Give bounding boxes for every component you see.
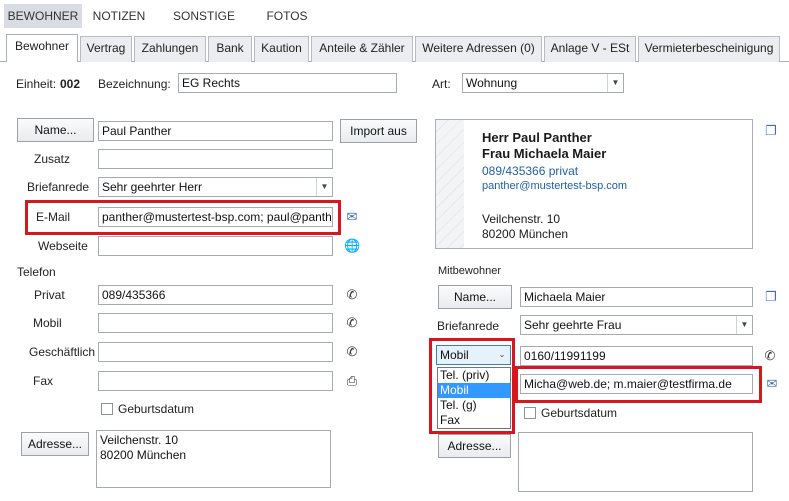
adresse-line-1: Veilchenstr. 10 — [100, 433, 179, 447]
co-name-button[interactable]: Name... — [438, 285, 512, 309]
geschaeftlich-label: Geschäftlich — [29, 345, 96, 359]
adresse-button[interactable]: Adresse... — [21, 432, 89, 456]
co-phone-type-dropdown: Tel. (priv) Mobil Tel. (g) Fax — [437, 367, 511, 429]
import-button[interactable]: Import aus — [340, 119, 417, 143]
adresse-textarea[interactable]: Veilchenstr. 10 80200 München — [96, 430, 331, 488]
art-select-value: Wohnung — [466, 76, 518, 90]
briefanrede-select-value: Sehr geehrter Herr — [102, 180, 203, 194]
nav-bewohner[interactable]: BEWOHNER — [4, 4, 82, 28]
tab-bank[interactable]: Bank — [208, 36, 252, 62]
phone-icon[interactable]: ✆ — [344, 315, 360, 331]
fax-label: Fax — [33, 374, 54, 388]
copy-icon[interactable]: ❐ — [763, 123, 779, 139]
mitbewohner-header: Mitbewohner — [438, 265, 501, 277]
telefon-header: Telefon — [17, 265, 56, 279]
card-email: panther@mustertest-bsp.com — [482, 180, 628, 192]
bewohner-panel: Einheit: 002 Bezeichnung: EG Rechts Art:… — [0, 62, 789, 501]
phone-icon[interactable]: ✆ — [344, 344, 360, 360]
tab-vermieterbescheinigung[interactable]: Vermieterbescheinigung — [638, 36, 780, 62]
co-phone-type-select[interactable]: Mobil ⌄ — [436, 345, 511, 365]
tab-anteile-zaehler[interactable]: Anteile & Zähler — [311, 36, 413, 62]
zusatz-label: Zusatz — [34, 152, 71, 166]
mobil-label: Mobil — [33, 316, 62, 330]
co-adresse-textarea[interactable] — [518, 432, 753, 492]
chevron-down-icon: ▼ — [316, 178, 332, 196]
co-name-input[interactable]: Michaela Maier — [520, 287, 753, 307]
nav-fotos[interactable]: FOTOS — [262, 4, 312, 28]
briefanrede-select[interactable]: Sehr geehrter Herr ▼ — [98, 177, 333, 197]
chevron-down-icon: ▼ — [736, 316, 752, 334]
nav-sonstige-daten[interactable]: SONSTIGE DATEN — [154, 4, 254, 47]
tab-bar: Bewohner Vertrag Zahlungen Bank Kaution … — [0, 30, 789, 63]
printer-icon[interactable]: ⎙ — [344, 373, 360, 389]
card-city: 80200 München — [482, 227, 569, 241]
co-geburtsdatum-checkbox[interactable] — [524, 407, 536, 419]
co-phone-type-value: Mobil — [440, 348, 469, 362]
art-label: Art: — [432, 77, 451, 91]
address-card: Herr Paul Panther Frau Michaela Maier 08… — [435, 119, 753, 249]
bezeichnung-input[interactable]: EG Rechts — [178, 73, 397, 93]
bezeichnung-label: Bezeichnung: — [98, 77, 171, 91]
nav-notizen[interactable]: NOTIZEN — [86, 4, 152, 28]
compose-email-icon[interactable]: ✉ — [344, 209, 360, 225]
co-phone-input[interactable]: 0160/11991199 — [520, 346, 753, 366]
co-briefanrede-select[interactable]: Sehr geehrte Frau ▼ — [520, 315, 753, 335]
phone-type-option[interactable]: Fax — [438, 413, 510, 428]
zusatz-input[interactable] — [98, 149, 333, 169]
co-briefanrede-label: Briefanrede — [437, 319, 500, 333]
card-street: Veilchenstr. 10 — [482, 212, 561, 226]
globe-icon[interactable]: 🌐 — [344, 238, 360, 254]
tab-vertrag[interactable]: Vertrag — [80, 36, 132, 62]
card-line-2: Frau Michaela Maier — [482, 146, 607, 161]
tab-anlage-v[interactable]: Anlage V - ESt — [544, 36, 636, 62]
chevron-down-icon: ⌄ — [498, 350, 506, 359]
email-label: E-Mail — [36, 210, 71, 224]
name-input[interactable]: Paul Panther — [98, 121, 333, 141]
webseite-label: Webseite — [38, 239, 88, 253]
card-line-1: Herr Paul Panther — [482, 130, 592, 145]
phone-type-option[interactable]: Tel. (g) — [438, 398, 510, 413]
email-input[interactable]: panther@mustertest-bsp.com; paul@panth — [98, 207, 333, 227]
co-geburtsdatum-label: Geburtsdatum — [541, 406, 618, 420]
tab-kaution[interactable]: Kaution — [254, 36, 309, 62]
mobil-phone-input[interactable] — [98, 313, 333, 333]
phone-icon[interactable]: ✆ — [344, 287, 360, 303]
privat-label: Privat — [34, 288, 65, 302]
tab-zahlungen[interactable]: Zahlungen — [134, 36, 206, 62]
phone-icon[interactable]: ✆ — [762, 348, 778, 364]
co-briefanrede-select-value: Sehr geehrte Frau — [524, 318, 622, 332]
geburtsdatum-checkbox[interactable] — [101, 403, 113, 415]
compose-email-icon[interactable]: ✉ — [764, 376, 780, 392]
art-select[interactable]: Wohnung ▼ — [462, 73, 624, 93]
briefanrede-label: Briefanrede — [27, 180, 90, 194]
card-phone: 089/435366 privat — [482, 164, 579, 178]
co-email-input[interactable]: Micha@web.de; m.maier@testfirma.de — [520, 374, 753, 394]
top-navigation: BEWOHNER NOTIZEN SONSTIGE DATEN FOTOS — [0, 0, 789, 47]
geschaeftlich-phone-input[interactable] — [98, 342, 333, 362]
phone-type-option[interactable]: Tel. (priv) — [438, 368, 510, 383]
tab-weitere-adressen[interactable]: Weitere Adressen (0) — [415, 36, 542, 62]
einheit-value: 002 — [60, 77, 81, 91]
privat-phone-input[interactable]: 089/435366 — [98, 285, 333, 305]
einheit-label: Einheit: — [16, 77, 57, 91]
tab-bewohner[interactable]: Bewohner — [6, 34, 78, 63]
fax-input[interactable] — [98, 371, 333, 391]
phone-type-option-selected[interactable]: Mobil — [438, 383, 510, 398]
copy-icon[interactable]: ❐ — [763, 289, 779, 305]
chevron-down-icon: ▼ — [607, 74, 623, 92]
geburtsdatum-label: Geburtsdatum — [118, 402, 195, 416]
card-decoration — [436, 120, 464, 248]
name-button[interactable]: Name... — [17, 118, 94, 142]
co-adresse-button[interactable]: Adresse... — [438, 434, 511, 458]
webseite-input[interactable] — [98, 236, 333, 256]
adresse-line-2: 80200 München — [100, 448, 187, 462]
